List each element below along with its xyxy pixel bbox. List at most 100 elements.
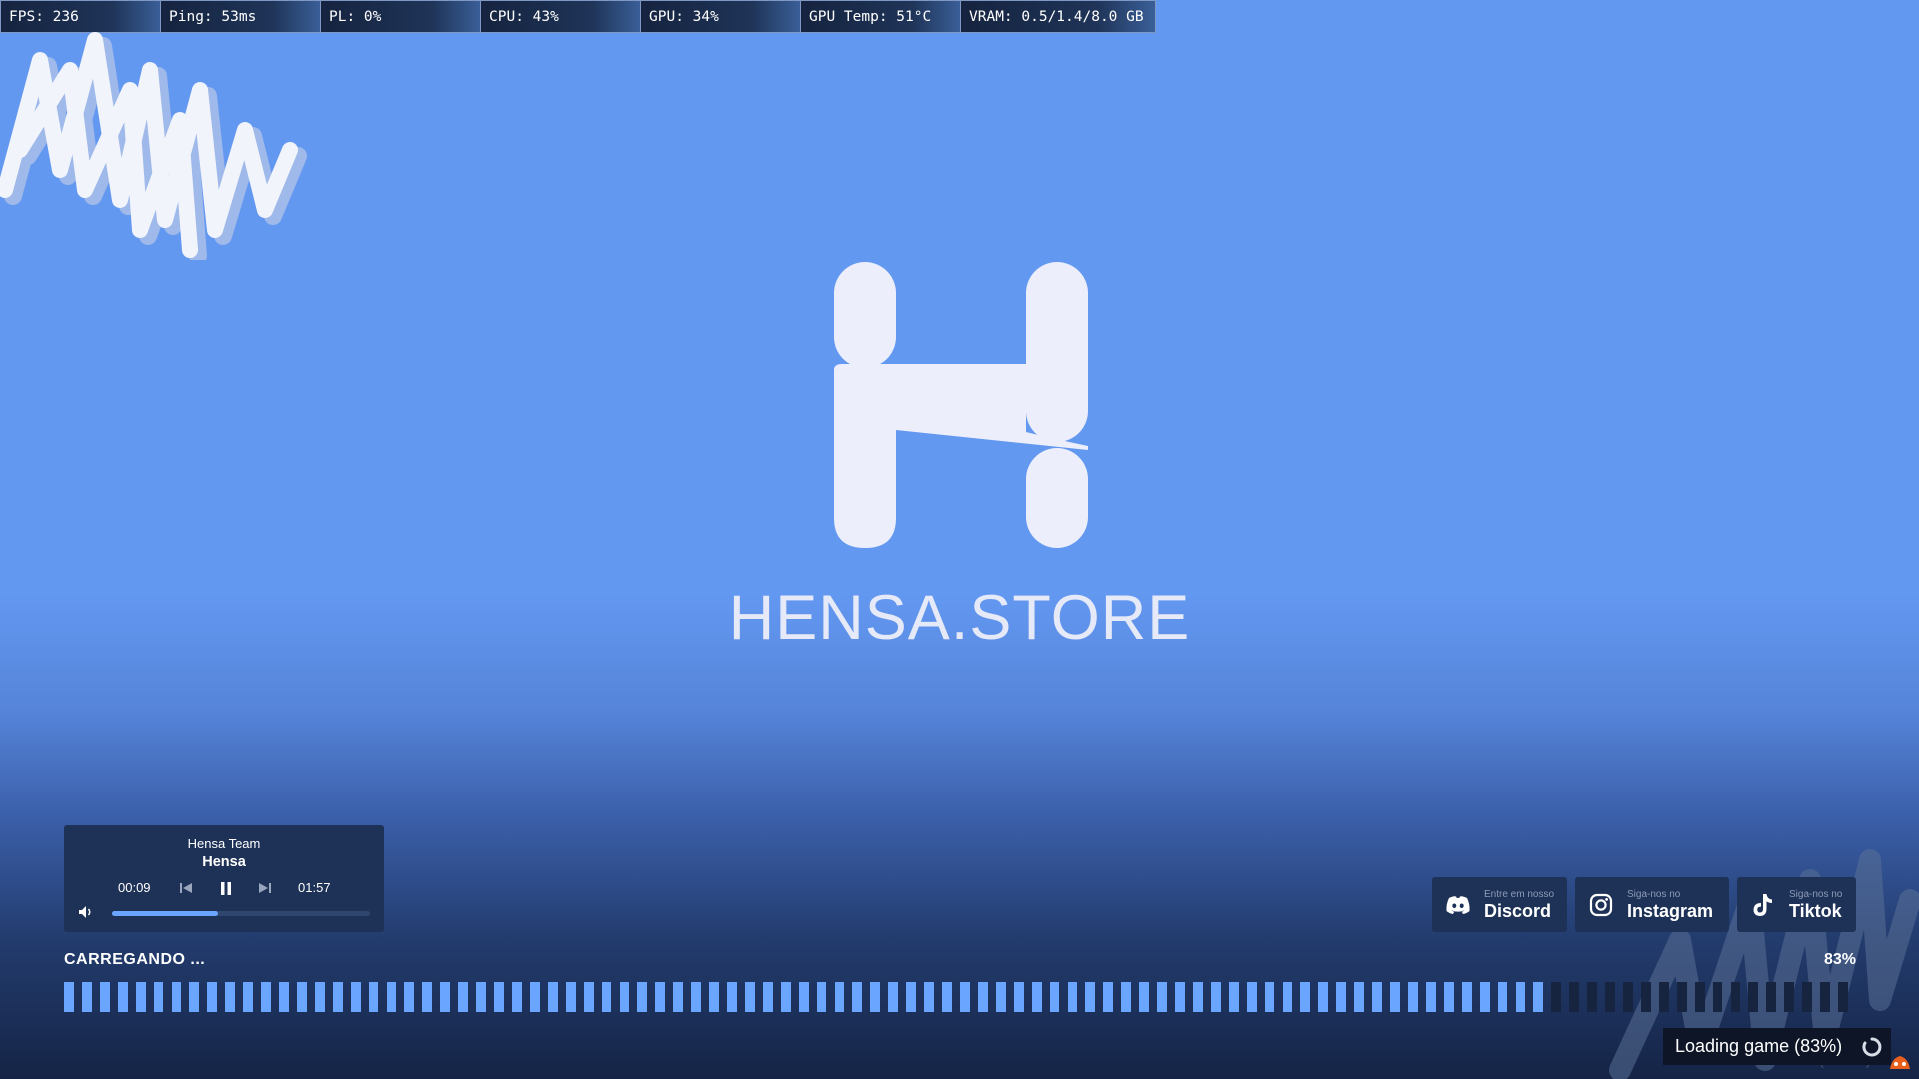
discord-icon [1446,895,1470,914]
loading-segment-empty [1676,982,1687,1012]
loading-segment-filled [64,982,74,1012]
player-progress-fill [112,911,218,916]
discord-subtitle: Entre em nosso [1484,888,1555,900]
hensa-logo-icon [834,262,1088,548]
player-track-title: Hensa [202,854,246,870]
loading-segment-filled [1228,982,1239,1012]
loading-segment-empty [1784,982,1795,1012]
instagram-subtitle: Siga-nos no [1627,888,1681,900]
loading-segment-empty [1551,982,1562,1012]
loading-segment-filled [1103,982,1114,1012]
loading-segment-filled [691,982,702,1012]
loading-segment-filled [1192,982,1203,1012]
loading-segment-filled [1121,982,1132,1012]
loading-segment-filled [135,982,146,1012]
loading-segment-empty [1640,982,1651,1012]
loading-segment-filled [1067,982,1078,1012]
loading-segment-filled [368,982,379,1012]
loading-segment-filled [1533,982,1544,1012]
loading-segment-filled [547,982,558,1012]
discord-label: Discord [1484,900,1552,921]
loading-segment-filled [422,982,433,1012]
loading-segment-filled [1479,982,1490,1012]
skip-back-icon [180,883,192,893]
loading-segment-filled [1157,982,1167,1012]
pause-button[interactable] [218,880,234,896]
loading-segment-filled [1515,982,1526,1012]
loading-segment-filled [798,982,809,1012]
loading-segment-filled [261,982,271,1012]
volume-icon[interactable] [78,904,94,920]
skip-forward-icon [259,883,271,893]
loading-segment-filled [727,982,737,1012]
loading-segment-empty [1838,982,1848,1012]
instagram-icon [1589,893,1613,916]
previous-track-button[interactable] [178,880,194,896]
packet-loss-readout: PL: 0% [321,1,481,32]
scribble-decoration-top [0,32,307,260]
loading-segment-filled [888,982,899,1012]
loading-segment-filled [1175,982,1185,1012]
next-track-button[interactable] [257,880,273,896]
loading-segment-filled [1282,982,1293,1012]
loading-segment-filled [1372,982,1382,1012]
cpu-readout: CPU: 43% [481,1,641,32]
loading-segment-empty [1766,982,1777,1012]
loading-segment-filled [1425,982,1436,1012]
loading-segment-filled [673,982,684,1012]
loading-segment-filled [565,982,576,1012]
loading-segment-filled [583,982,594,1012]
loading-segment-filled [189,982,200,1012]
loading-segment-filled [1461,982,1472,1012]
loading-segment-filled [834,982,845,1012]
loading-segment-filled [870,982,881,1012]
tiktok-button[interactable]: Siga-nos no Tiktok [1737,877,1856,932]
loading-progress-bar [64,982,1856,1012]
loading-segment-filled [709,982,719,1012]
loading-segment-empty [1694,982,1705,1012]
loading-segment-filled [619,982,630,1012]
loading-segment-filled [995,982,1006,1012]
loading-segment-filled [1318,982,1329,1012]
tiktok-icon [1753,893,1772,916]
loading-game-text: Loading game (83%) [1675,1036,1843,1056]
loading-segment-empty [1605,982,1615,1012]
loading-segment-filled [494,982,504,1012]
loading-segment-filled [906,982,917,1012]
instagram-button[interactable]: Siga-nos no Instagram [1575,877,1729,932]
loading-segment-filled [852,982,863,1012]
loading-segment-empty [1802,982,1813,1012]
loading-segment-filled [1049,982,1060,1012]
discord-button[interactable]: Entre em nosso Discord [1432,877,1567,932]
loading-segment-filled [762,982,773,1012]
tiktok-label: Tiktok [1789,900,1842,921]
gpu-temp-readout: GPU Temp: 51°C [801,1,961,32]
loading-segment-filled [117,982,128,1012]
loading-segment-filled [960,982,970,1012]
loading-segment-empty [1569,982,1580,1012]
loading-segment-filled [655,982,666,1012]
loading-segment-filled [1300,982,1311,1012]
loading-segment-filled [744,982,755,1012]
vram-readout: VRAM: 0.5/1.4/8.0 GB [961,1,1155,32]
loading-game-toast: Loading game (83%) [1663,1028,1891,1065]
loading-segment-filled [207,982,218,1012]
loading-segment-filled [637,982,648,1012]
loading-percent: 83% [1823,951,1856,968]
loading-segment-filled [816,982,827,1012]
loading-segment-filled [350,982,361,1012]
loading-segment-filled [296,982,307,1012]
loading-segment-filled [279,982,289,1012]
player-progress-bar[interactable] [112,911,370,916]
loading-segment-filled [977,982,988,1012]
loading-segment-empty [1820,982,1830,1012]
player-current-time: 00:09 [118,880,151,895]
loading-segment-filled [1210,982,1221,1012]
loading-segment-filled [81,982,92,1012]
loading-segment-filled [458,982,469,1012]
loading-segment-filled [153,982,164,1012]
logo-wordmark: HENSA.STORE [728,583,1191,653]
instagram-label: Instagram [1627,900,1714,921]
loading-segment-filled [1443,982,1454,1012]
performance-overlay: FPS: 236 Ping: 53ms PL: 0% CPU: 43% GPU:… [0,0,1156,33]
